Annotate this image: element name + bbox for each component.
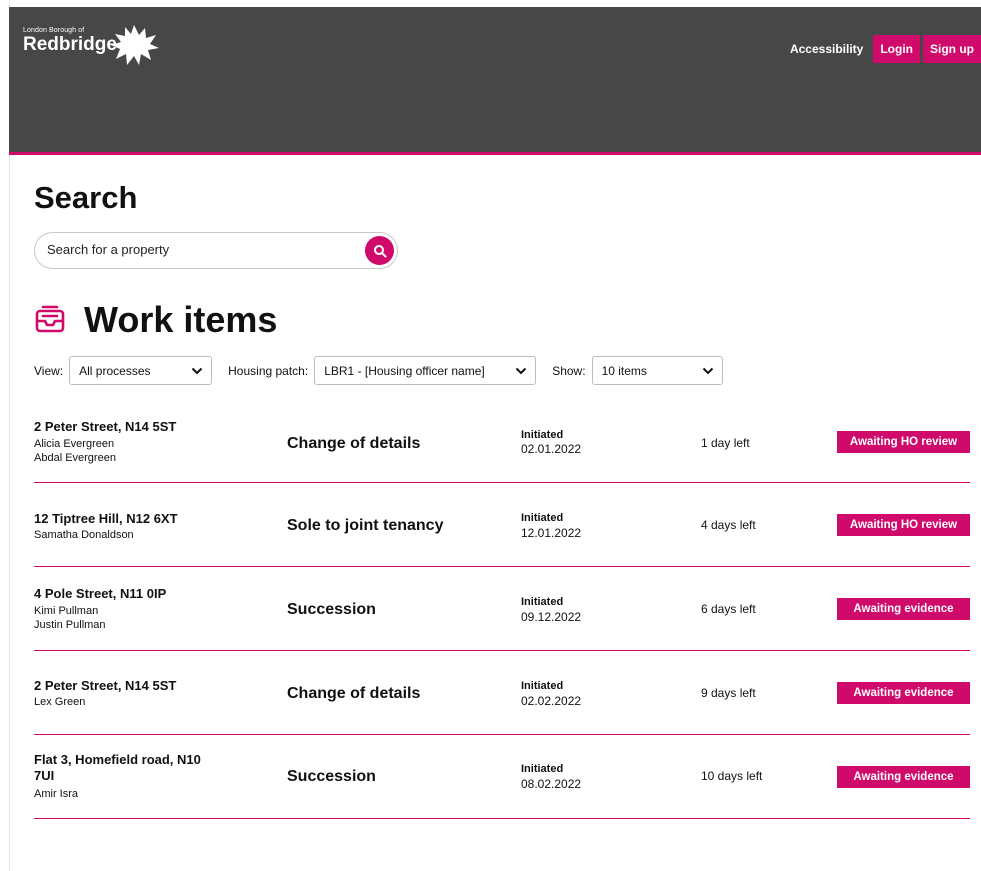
chevron-down-icon xyxy=(515,367,527,374)
row-initiated-label: Initiated xyxy=(521,680,564,692)
row-date: 02.02.2022 xyxy=(521,694,582,708)
row-initiated-label: Initiated xyxy=(521,512,564,524)
redbridge-logo[interactable]: London Borough of Redbridge xyxy=(23,25,159,65)
search-button[interactable] xyxy=(365,236,394,265)
row-days-left: 1 day left xyxy=(701,436,750,450)
row-initiated-label: Initiated xyxy=(521,596,564,608)
chevron-down-icon xyxy=(191,367,203,374)
row-initiated-label: Initiated xyxy=(521,429,564,441)
search-box xyxy=(34,232,398,269)
header-accent-bar xyxy=(9,152,981,155)
view-select[interactable]: All processes xyxy=(69,356,213,385)
status-badge: Awaiting evidence xyxy=(837,766,970,788)
show-select-value: 10 items xyxy=(601,363,647,378)
status-badge: Awaiting evidence xyxy=(837,598,970,620)
row-days-left: 6 days left xyxy=(701,602,756,616)
row-address: 2 Peter Street, N14 5ST xyxy=(34,419,177,434)
accessibility-link[interactable]: Accessibility xyxy=(790,42,863,56)
login-button[interactable]: Login xyxy=(873,35,920,63)
inbox-icon xyxy=(35,305,65,333)
filters-bar: View: All processes Housing patch: LBR1 … xyxy=(34,356,723,385)
leaf-icon xyxy=(111,25,159,65)
row-date: 08.02.2022 xyxy=(521,777,582,791)
work-item-row[interactable]: 2 Peter Street, N14 5ST Alicia Evergreen… xyxy=(34,399,970,483)
row-date: 09.12.2022 xyxy=(521,610,582,624)
show-filter-label: Show: xyxy=(552,363,586,378)
view-filter-label: View: xyxy=(34,363,64,378)
work-item-row[interactable]: Flat 3, Homefield road, N10 7UI Amir Isr… xyxy=(34,735,970,819)
work-item-row[interactable]: 12 Tiptree Hill, N12 6XT Samatha Donalds… xyxy=(34,483,970,567)
row-date: 02.01.2022 xyxy=(521,442,582,456)
row-process: Change of details xyxy=(287,435,421,452)
search-title: Search xyxy=(34,180,138,215)
work-item-row[interactable]: 2 Peter Street, N14 5ST Lex Green Change… xyxy=(34,651,970,735)
search-input[interactable] xyxy=(47,242,347,257)
row-address: 2 Peter Street, N14 5ST xyxy=(34,678,177,693)
row-days-left: 10 days left xyxy=(701,769,763,783)
row-process: Succession xyxy=(287,768,376,785)
row-address: 12 Tiptree Hill, N12 6XT xyxy=(34,511,178,526)
logo-big-text: Redbridge xyxy=(23,34,117,55)
signup-button[interactable]: Sign up xyxy=(923,35,981,63)
row-person: Lex Green xyxy=(34,696,86,708)
patch-filter-label: Housing patch: xyxy=(228,363,309,378)
row-initiated-label: Initiated xyxy=(521,763,564,775)
row-person: Kimi Pullman xyxy=(34,605,99,617)
row-person: Amir Isra xyxy=(34,788,78,800)
row-person: Justin Pullman xyxy=(34,619,106,631)
row-address: Flat 3, Homefield road, N10 7UI xyxy=(34,752,201,783)
status-badge: Awaiting HO review xyxy=(837,431,970,453)
site-header: London Borough of Redbridge Accessibilit… xyxy=(9,7,981,152)
row-process: Sole to joint tenancy xyxy=(287,517,444,534)
row-process: Change of details xyxy=(287,685,421,702)
row-person: Alicia Evergreen xyxy=(34,438,115,450)
work-items-heading: Work items xyxy=(34,298,277,342)
view-select-value: All processes xyxy=(79,363,151,378)
status-badge: Awaiting evidence xyxy=(837,682,970,704)
chevron-down-icon xyxy=(702,367,713,374)
status-badge: Awaiting HO review xyxy=(837,514,970,536)
row-address: 4 Pole Street, N11 0IP xyxy=(34,586,167,601)
row-process: Succession xyxy=(287,601,376,618)
work-items-title: Work items xyxy=(84,299,278,340)
row-date: 12.01.2022 xyxy=(521,526,582,540)
work-item-row[interactable]: 4 Pole Street, N11 0IP Kimi Pullman Just… xyxy=(34,567,970,651)
patch-select-value: LBR1 - [Housing officer name] xyxy=(324,363,485,378)
row-days-left: 9 days left xyxy=(701,686,756,700)
header-nav: Accessibility Login Sign up xyxy=(790,35,981,63)
patch-select[interactable]: LBR1 - [Housing officer name] xyxy=(314,356,537,385)
row-person: Samatha Donaldson xyxy=(34,529,134,541)
search-icon xyxy=(373,244,386,257)
show-select[interactable]: 10 items xyxy=(591,356,723,385)
row-days-left: 4 days left xyxy=(701,518,756,532)
row-person: Abdal Evergreen xyxy=(34,452,116,464)
